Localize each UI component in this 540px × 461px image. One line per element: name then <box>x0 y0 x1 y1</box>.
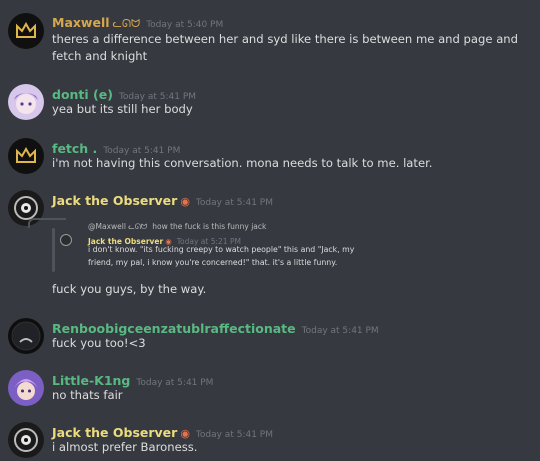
message-header: Maxwell ᓚᘏᗢ Today at 5:40 PM <box>52 12 223 31</box>
author-name[interactable]: Jack the Observer <box>52 193 177 208</box>
sad-face-icon <box>11 321 41 351</box>
avatar[interactable] <box>8 84 44 120</box>
message-text: yea but its still her body <box>52 102 193 116</box>
message: Jack the Observer ◉ Today at 5:41 PM @Maxw… <box>0 190 540 300</box>
author-name[interactable]: Little-K1ng <box>52 373 130 388</box>
crown-icon <box>16 146 36 163</box>
avatar[interactable] <box>8 318 44 354</box>
author-name[interactable]: Renboobigceenzatublraffectionate <box>52 321 296 336</box>
message: donti (e) Today at 5:41 PM yea but its st… <box>0 84 540 120</box>
avatar[interactable] <box>8 138 44 174</box>
message-text: i almost prefer Baroness. <box>52 440 198 454</box>
cat-badge: ᓚᘏᗢ <box>112 17 141 30</box>
message-text: i'm not having this conversation. mona n… <box>52 156 433 170</box>
mechanical-eye-icon <box>14 428 38 452</box>
message: Renboobigceenzatublraffectionate Today at… <box>0 318 540 354</box>
message: Maxwell ᓚᘏᗢ Today at 5:40 PM theres a diff… <box>0 12 540 64</box>
message-line: fetch and knight <box>52 49 148 63</box>
timestamp[interactable]: Today at 5:41 PM <box>196 198 273 208</box>
message: fetch . Today at 5:41 PM i'm not having t… <box>0 138 540 174</box>
author-name[interactable]: Jack the Observer <box>52 425 177 440</box>
message-text: fuck you too!<3 <box>52 336 146 350</box>
message: Little-K1ng Today at 5:41 PM no thats fai… <box>0 370 540 406</box>
message-text: theres a difference between her and syd … <box>52 31 522 65</box>
message-line: theres a difference between her and syd … <box>52 32 519 46</box>
quote-text: i don't know. "its fucking creepy to wat… <box>88 243 354 269</box>
avatar[interactable] <box>8 422 44 458</box>
timestamp[interactable]: Today at 5:40 PM <box>146 20 223 30</box>
message-text: fuck you guys, by the way. <box>52 282 207 296</box>
quote-line: friend, my pal, i know you're concerned!… <box>88 258 338 267</box>
reply-connector <box>28 218 66 228</box>
author-name[interactable]: fetch . <box>52 141 97 156</box>
anime-character-icon <box>14 93 38 114</box>
eye-badge: ◉ <box>180 195 190 208</box>
quote-bar <box>52 228 55 272</box>
message-text: no thats fair <box>52 388 123 402</box>
quote-avatar <box>60 234 72 246</box>
crown-icon <box>16 21 36 38</box>
avatar[interactable] <box>8 370 44 406</box>
quote-line: i don't know. "its fucking creepy to wat… <box>88 245 355 254</box>
message: Jack the Observer ◉ Today at 5:41 PM i alm… <box>0 422 540 458</box>
author-name[interactable]: donti (e) <box>52 87 113 102</box>
anime-character-icon <box>14 379 38 400</box>
message-header: Jack the Observer ◉ Today at 5:41 PM <box>52 190 273 209</box>
author-name[interactable]: Maxwell <box>52 15 110 30</box>
avatar[interactable] <box>8 13 44 49</box>
